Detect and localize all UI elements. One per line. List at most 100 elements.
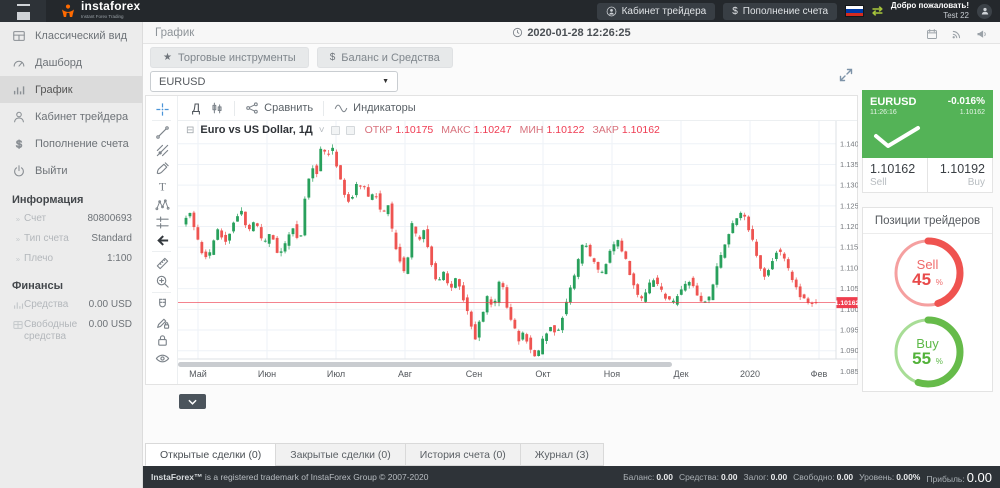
sidebar-item-classic-view[interactable]: Классический вид [0,22,142,49]
indicators-icon [334,101,348,115]
trendline-icon[interactable] [146,123,178,141]
arrow-left-icon[interactable] [146,231,178,249]
info-row-label: Плечо [24,253,107,265]
sidebar-item-dashboard[interactable]: Дашборд [0,49,142,76]
footer-stat-value: 0.00 [837,472,854,482]
info-row-value: 0.00 USD [89,319,132,330]
time-scrollbar[interactable] [178,362,672,367]
eye-icon[interactable] [146,349,178,367]
footer-stat-value: 0.00 [771,472,788,482]
user-icon [12,110,26,124]
fullscreen-icon[interactable] [838,67,854,83]
svg-text:1.08500: 1.08500 [840,367,858,376]
bottom-tabs: Открытые сделки (0)Закрытые сделки (0)Ис… [145,443,603,466]
buy-quote-button[interactable]: 1.10192 Buy [928,158,992,192]
dollar-icon: $ [12,137,26,151]
username: Test 22 [943,11,969,20]
timeframe-button[interactable]: Д [192,101,200,115]
indicators-label: Индикаторы [353,102,416,114]
tab-open-deals[interactable]: Открытые сделки (0) [145,443,276,466]
app-window: instaforex Instant Forex Trading Кабинет… [0,0,1000,488]
svg-text:1.09000: 1.09000 [840,346,858,355]
tab-journal[interactable]: Журнал (3) [520,443,604,466]
position-tool-icon[interactable] [146,213,178,231]
magnet-icon[interactable] [146,295,178,313]
multiline-icon[interactable] [146,141,178,159]
symbol-select-value: EURUSD [159,76,205,88]
chart-plot-area[interactable]: МайИюнИюлАвгСенОктНояДек2020Фев1.140001.… [178,121,858,385]
trading-instruments-label: Торговые инструменты [178,52,296,64]
svg-text:$: $ [16,138,22,150]
currency-swap-icon[interactable]: ⇄ [872,5,883,17]
tab-account-history[interactable]: История счета (0) [405,443,521,466]
legend-collapse-icon[interactable]: ⊟ [186,125,194,136]
svg-text:1.11500: 1.11500 [840,243,858,252]
crosshair-icon[interactable] [146,100,178,118]
legend-mini-icon[interactable] [331,126,340,135]
dollar-icon: $ [330,52,336,63]
legend-mini-icon[interactable] [346,126,355,135]
star-icon: ★ [163,52,172,63]
sell-quote-button[interactable]: 1.10162 Sell [863,158,927,192]
toolbar-collapse-button[interactable] [179,394,206,409]
info-row-value: 0.00 USD [89,299,132,310]
svg-text:1.10500: 1.10500 [840,284,858,293]
info-row: »Тип счетаStandard [0,230,142,250]
trading-instruments-button[interactable]: ★ Торговые инструменты [150,47,309,68]
avatar[interactable] [977,4,992,19]
trader-cabinet-label: Кабинет трейдера [622,6,707,17]
candlestick-chart[interactable]: МайИюнИюлАвгСенОктНояДек2020Фев1.140001.… [178,121,858,385]
trader-positions-panel: Позиции трейдеров Sell 45 % Buy 55 % [862,207,993,392]
chart-style-button[interactable] [210,101,224,115]
info-row: Свободные средства0.00 USD [0,316,142,346]
zoom-in-icon[interactable] [146,272,178,290]
chart-panel: Д Сравнить Индикаторы T МайИюнИюлАвгСенО… [145,95,858,385]
brush-icon[interactable] [146,159,178,177]
drawing-tools-sidebar: T [146,96,178,384]
trader-cabinet-button[interactable]: Кабинет трейдера [597,3,716,20]
footer-stat-label: Средства: [679,472,719,482]
close-label: ЗАКР [592,124,618,136]
sidebar-item-chart[interactable]: График [0,76,142,103]
compare-button[interactable]: Сравнить [245,101,313,115]
open-label: ОТКР [365,124,393,136]
instrument-title: Euro vs US Dollar, 1Д [200,124,312,136]
main-header: График 2020-01-28 12:26:25 [143,22,1000,44]
info-row-value: 80800693 [88,213,133,224]
info-row: »Плечо1:100 [0,250,142,270]
sidebar-item-label: Классический вид [35,30,127,42]
compare-label: Сравнить [264,102,313,114]
menu-toggle-icon[interactable] [0,0,46,22]
svg-text:1.13500: 1.13500 [840,160,858,169]
open-value: 1.10175 [395,124,433,136]
pattern-icon[interactable] [146,195,178,213]
user-icon [606,6,617,17]
ruler-icon[interactable] [146,254,178,272]
svg-text:Дек: Дек [673,369,688,379]
sidebar-item-trader-cabinet[interactable]: Кабинет трейдера [0,103,142,130]
sidebar-item-deposit[interactable]: $Пополнение счета [0,130,142,157]
bar-chart-icon [12,83,26,97]
server-datetime: 2020-01-28 12:26:25 [527,27,630,39]
brand-logo: instaforex Instant Forex Trading [60,1,140,21]
topbar: instaforex Instant Forex Trading Кабинет… [0,0,1000,22]
language-flag-russia[interactable] [845,5,864,17]
footer-stat-label: Прибыль: [926,474,964,484]
tab-closed-deals[interactable]: Закрытые сделки (0) [275,443,405,466]
svg-text:Авг: Авг [398,369,413,379]
sidebar-item-label: Дашборд [35,57,82,69]
sell-label: Sell [870,177,920,188]
balance-funds-button[interactable]: $ Баланс и Средства [317,47,453,68]
lock-icon[interactable] [146,331,178,349]
sidebar-item-logout[interactable]: Выйти [0,157,142,184]
svg-text:1.12000: 1.12000 [840,222,858,231]
footer-stat-label: Уровень: [859,472,894,482]
symbol-select[interactable]: EURUSD ▼ [150,71,398,92]
text-tool-icon[interactable]: T [146,177,178,195]
draw-lock-icon[interactable] [146,313,178,331]
legend-menu-icon[interactable]: ˅ [319,125,325,136]
deposit-button[interactable]: $ Пополнение счета [723,3,837,20]
indicators-button[interactable]: Индикаторы [334,101,416,115]
chart-toolbar: Д Сравнить Индикаторы [178,96,857,121]
sidebar-item-label: Выйти [35,165,68,177]
